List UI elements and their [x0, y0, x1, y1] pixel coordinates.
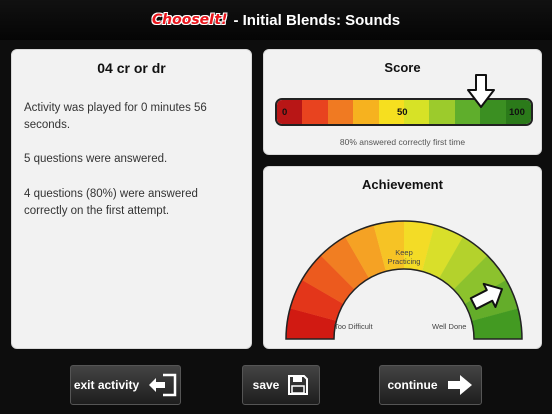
play-time-text: Activity was played for 0 minutes 56 sec…	[24, 102, 207, 131]
score-title: Score	[384, 60, 421, 75]
floppy-disk-icon	[288, 375, 309, 395]
score-bar-segment	[404, 100, 430, 124]
score-bar-segment	[327, 100, 354, 124]
score-min-label: 0	[282, 107, 288, 118]
page-title: - Initial Blends: Sounds	[233, 11, 401, 29]
continue-label: continue	[387, 378, 438, 392]
gauge-middle-label: Keep Practicing	[387, 248, 421, 266]
arrow-right-icon	[447, 375, 472, 395]
score-bar-segment	[353, 100, 379, 124]
save-label: save	[252, 378, 280, 392]
gauge-left-label: Too Difficult	[334, 322, 373, 331]
score-panel: Score 0 50 100 80% answered correctly fi…	[263, 49, 542, 155]
exit-icon	[149, 373, 177, 397]
score-bar-segment	[302, 100, 328, 124]
activity-title: 04 cr or dr	[97, 60, 166, 76]
score-bar-segment	[429, 100, 455, 124]
questions-answered-text: 5 questions were answered.	[24, 153, 168, 165]
exit-activity-button[interactable]: exit activity	[70, 365, 181, 405]
gauge-right-label: Well Done	[432, 322, 467, 331]
activity-summary-panel: 04 cr or dr Activity was played for 0 mi…	[11, 49, 252, 349]
score-bar-segment	[277, 100, 303, 124]
correct-first-attempt-text: 4 questions (80%) were answered correctl…	[24, 188, 198, 217]
app-header: ChooseIt! - Initial Blends: Sounds	[0, 0, 552, 40]
score-caption: 80% answered correctly first time	[339, 137, 466, 147]
score-max-label: 100	[509, 107, 525, 118]
save-button[interactable]: save	[242, 365, 320, 405]
achievement-panel: Achievement Keep Practicing Too Difficul…	[263, 166, 542, 349]
score-pointer-icon	[467, 74, 496, 108]
brand-logo: ChooseIt!	[151, 12, 228, 28]
exit-activity-label: exit activity	[73, 378, 140, 392]
score-mid-label: 50	[397, 107, 408, 118]
continue-button[interactable]: continue	[379, 365, 482, 405]
